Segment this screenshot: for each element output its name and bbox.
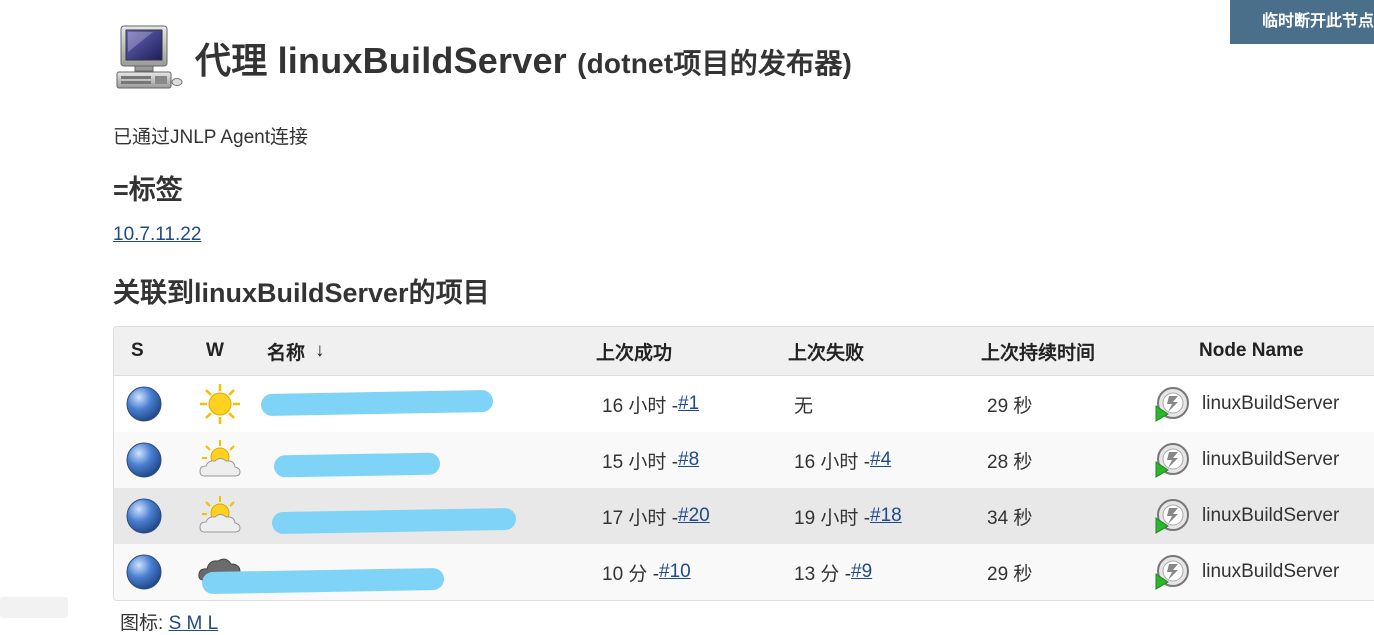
last-failure-build-link[interactable]: #4	[870, 449, 891, 471]
last-failure-time: 16 小时 -	[794, 451, 871, 473]
redaction-mark	[271, 507, 517, 535]
last-failure-build-link[interactable]: #9	[851, 561, 872, 583]
redaction-mark	[201, 567, 445, 595]
col-status[interactable]: S	[131, 327, 144, 375]
col-last-success[interactable]: 上次成功	[596, 327, 672, 375]
projects-heading: 关联到linuxBuildServer的项目	[113, 278, 490, 308]
last-failure-build-link[interactable]: #18	[870, 505, 902, 527]
table-header: S W 名称 ↓ 上次成功 上次失败 上次持续时间 Node Name	[114, 327, 1374, 376]
col-node-name[interactable]: Node Name	[1199, 327, 1304, 375]
sort-arrow-icon: ↓	[315, 340, 325, 361]
build-status-blue-icon	[126, 442, 162, 478]
node-name[interactable]: linuxBuildServer	[1202, 505, 1339, 527]
weather-sunny-icon	[200, 384, 240, 424]
redaction-mark	[260, 389, 494, 417]
node-name[interactable]: linuxBuildServer	[1202, 449, 1339, 471]
duration: 34 秒	[987, 507, 1033, 529]
page-title: 代理 linuxBuildServer (dotnet项目的发布器)	[195, 32, 852, 84]
node-name[interactable]: linuxBuildServer	[1202, 561, 1339, 583]
duration: 29 秒	[987, 563, 1033, 585]
last-success-build-link[interactable]: #20	[678, 505, 710, 527]
node-icon	[1155, 443, 1189, 478]
node-icon	[1155, 499, 1189, 534]
table-row: 17 小时 - #20 19 小时 - #18 34 秒 linuxBuildS…	[114, 488, 1374, 544]
node-name[interactable]: linuxBuildServer	[1202, 393, 1339, 415]
col-last-failure[interactable]: 上次失败	[788, 327, 864, 375]
last-success-time: 16 小时 -	[602, 395, 679, 417]
computer-icon	[116, 25, 183, 89]
weather-partly-cloudy-icon	[199, 440, 241, 477]
icon-size-link[interactable]: S M L	[169, 613, 219, 634]
icon-size-legend: 图标: S M L	[120, 608, 218, 635]
col-name-label: 名称	[267, 342, 306, 364]
last-failure-time: 无	[794, 395, 814, 417]
footer-widget	[0, 597, 68, 618]
page-header: 代理 linuxBuildServer (dotnet项目的发布器)	[113, 22, 852, 94]
connection-status: 已通过JNLP Agent连接	[113, 127, 309, 148]
icon-legend-label: 图标:	[120, 613, 164, 634]
agent-description: (dotnet项目的发布器)	[577, 48, 853, 79]
last-success-time: 10 分 -	[602, 563, 660, 585]
last-failure-time: 13 分 -	[794, 563, 852, 585]
duration: 28 秒	[987, 451, 1033, 473]
node-icon	[1155, 555, 1189, 590]
last-success-build-link[interactable]: #1	[678, 393, 699, 415]
last-success-time: 17 小时 -	[602, 507, 679, 529]
col-weather[interactable]: W	[206, 327, 224, 375]
last-success-build-link[interactable]: #10	[659, 561, 691, 583]
build-status-blue-icon	[126, 554, 162, 590]
col-last-duration[interactable]: 上次持续时间	[981, 327, 1095, 375]
labels-heading: =标签	[113, 175, 183, 205]
weather-partly-cloudy-icon	[199, 496, 241, 533]
table-row: 10 分 - #10 13 分 - #9 29 秒 linuxBuildServ…	[114, 544, 1374, 600]
col-name[interactable]: 名称 ↓	[267, 327, 325, 375]
node-icon	[1155, 387, 1189, 422]
build-status-blue-icon	[126, 498, 162, 534]
take-offline-button[interactable]: 临时断开此节点	[1230, 0, 1374, 44]
last-success-build-link[interactable]: #8	[678, 449, 699, 471]
projects-table: S W 名称 ↓ 上次成功 上次失败 上次持续时间 Node Name 16 小…	[113, 326, 1374, 601]
duration: 29 秒	[987, 395, 1033, 417]
label-link[interactable]: 10.7.11.22	[113, 224, 201, 246]
table-row: 15 小时 - #8 16 小时 - #4 28 秒 linuxBuildSer…	[114, 432, 1374, 488]
last-success-time: 15 小时 -	[602, 451, 679, 473]
page-title-text: 代理 linuxBuildServer	[195, 40, 567, 81]
redaction-mark	[273, 452, 441, 478]
table-row: 16 小时 - #1 无 29 秒 linuxBuildServer	[114, 376, 1374, 432]
last-failure-time: 19 小时 -	[794, 507, 871, 529]
build-status-blue-icon	[126, 386, 162, 422]
